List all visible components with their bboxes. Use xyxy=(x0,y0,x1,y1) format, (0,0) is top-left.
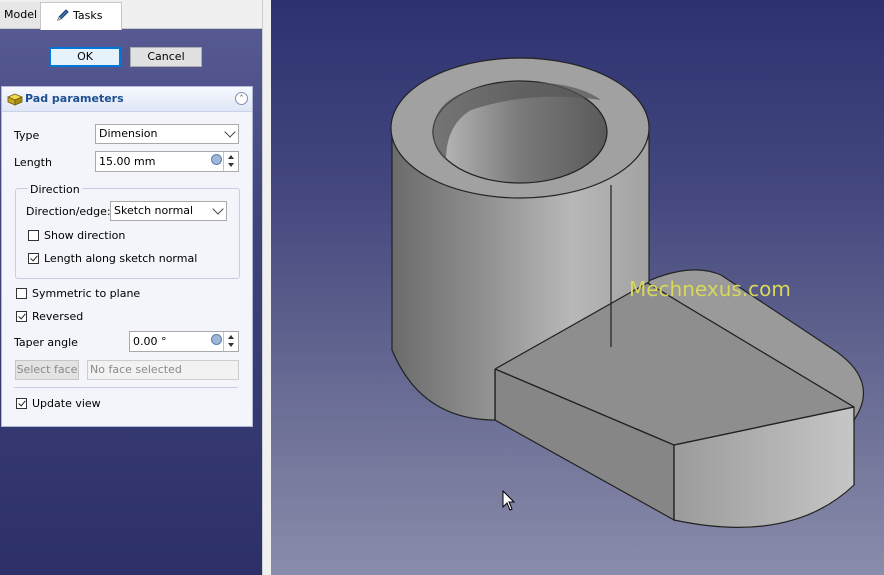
tab-model[interactable]: Model xyxy=(0,2,41,28)
chevron-down-icon xyxy=(212,203,224,215)
chevron-down-icon xyxy=(224,126,236,138)
type-select-value: Dimension xyxy=(99,127,158,140)
taper-angle-label: Taper angle xyxy=(14,336,78,349)
tab-tasks-label: Tasks xyxy=(73,9,103,22)
spin-down-icon[interactable] xyxy=(228,163,234,167)
panel-title: Pad parameters xyxy=(25,92,124,105)
tab-bar: Model Tasks xyxy=(0,0,262,30)
length-value: 15.00 mm xyxy=(99,155,156,168)
show-direction-label: Show direction xyxy=(44,229,126,242)
mouse-cursor-icon xyxy=(502,490,516,511)
length-label: Length xyxy=(14,156,52,169)
length-input[interactable]: 15.00 mm xyxy=(95,151,239,172)
update-view-checkbox[interactable] xyxy=(16,398,27,409)
collapse-icon[interactable]: ˄ xyxy=(235,92,248,105)
spin-arrows[interactable] xyxy=(223,332,238,351)
watermark: Mechnexus.com xyxy=(629,277,791,301)
combo-view-panel: Model Tasks OK Cancel Pad parameters ˄ T… xyxy=(0,0,262,575)
ok-button[interactable]: OK xyxy=(49,47,121,67)
show-direction-checkbox[interactable] xyxy=(28,230,39,241)
selected-face-field: No face selected xyxy=(87,360,239,380)
panel-header: Pad parameters ˄ xyxy=(2,87,252,112)
taper-angle-input[interactable]: 0.00 ° xyxy=(129,331,239,352)
symmetric-checkbox[interactable] xyxy=(16,288,27,299)
direction-group-title: Direction xyxy=(28,183,82,196)
reversed-checkbox[interactable] xyxy=(16,311,27,322)
taper-angle-value: 0.00 ° xyxy=(133,335,167,348)
direction-edge-select[interactable]: Sketch normal xyxy=(110,201,227,221)
spin-up-icon[interactable] xyxy=(228,335,234,339)
expression-icon[interactable] xyxy=(211,334,222,345)
spin-down-icon[interactable] xyxy=(228,343,234,347)
update-view-label: Update view xyxy=(32,397,101,410)
type-select[interactable]: Dimension xyxy=(95,124,239,144)
length-along-checkbox[interactable] xyxy=(28,253,39,264)
3d-model[interactable] xyxy=(271,0,884,575)
type-label: Type xyxy=(14,129,40,142)
pad-parameters-panel: Pad parameters ˄ Type Dimension Length 1… xyxy=(1,86,253,427)
spin-up-icon[interactable] xyxy=(228,155,234,159)
pad-icon xyxy=(7,93,23,106)
direction-edge-label: Direction/edge: xyxy=(26,205,111,218)
pencil-icon xyxy=(57,9,69,21)
tab-tasks[interactable]: Tasks xyxy=(40,2,122,30)
expression-icon[interactable] xyxy=(211,154,222,165)
symmetric-label: Symmetric to plane xyxy=(32,287,141,300)
separator xyxy=(14,387,238,388)
3d-viewport[interactable]: Mechnexus.com xyxy=(271,0,884,575)
spin-arrows[interactable] xyxy=(223,152,238,171)
direction-edge-value: Sketch normal xyxy=(114,204,194,217)
tab-model-label: Model xyxy=(4,8,38,21)
reversed-label: Reversed xyxy=(32,310,84,323)
cancel-button[interactable]: Cancel xyxy=(130,47,202,67)
length-along-label: Length along sketch normal xyxy=(44,252,198,265)
select-face-button[interactable]: Select face xyxy=(15,360,79,380)
